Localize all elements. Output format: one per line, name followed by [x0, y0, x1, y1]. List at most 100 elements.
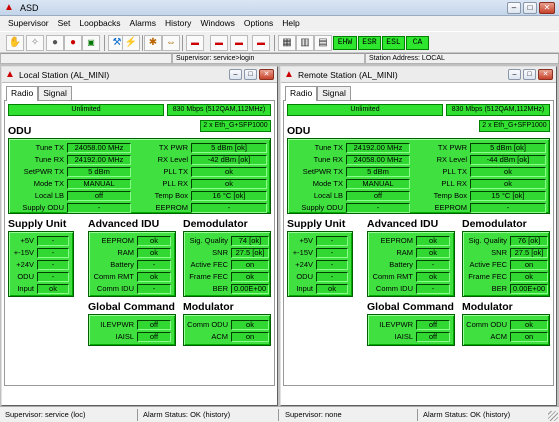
maximize-button[interactable]: □ [523, 2, 537, 14]
tab-strip: Radio Signal [285, 86, 351, 101]
table-icon[interactable]: ▤ [314, 35, 332, 51]
odu-value: - [191, 202, 267, 213]
radio-panel: Unlimited 830 Mbps (512QAM,112MHz) 2 x E… [4, 100, 275, 386]
odu-value: - [67, 202, 131, 213]
maximize-button[interactable]: □ [523, 69, 536, 80]
odu-label: Tune TX [314, 143, 343, 152]
close-button[interactable]: ✕ [538, 69, 553, 80]
app-titlebar: ▲ ASD – □ ✕ [0, 0, 559, 16]
supply-label: +5V [299, 236, 313, 245]
odu-label: Local LB [313, 191, 343, 200]
odu-value: -42 dBm [ok] [191, 154, 267, 165]
tab-radio[interactable]: Radio [6, 86, 39, 101]
module-red-icon[interactable]: ▬ [186, 35, 204, 51]
app-title: ASD [20, 3, 39, 13]
minimize-button[interactable]: – [507, 2, 521, 14]
close-button[interactable]: ✕ [259, 69, 274, 80]
menu-set[interactable]: Set [54, 16, 76, 31]
advidu-label: Battery [110, 260, 134, 269]
alarm-ca[interactable]: CA [406, 36, 429, 50]
odu-value: ok [191, 166, 267, 177]
star-icon[interactable]: ✱ [144, 35, 162, 51]
hand-icon[interactable]: ✋ [6, 35, 24, 51]
odu-value: off [67, 190, 131, 201]
supply-label: +24V [295, 260, 313, 269]
menu-options[interactable]: Options [240, 16, 278, 31]
odu-label: Tune TX [35, 143, 64, 152]
toolbar-separator [104, 35, 105, 51]
advidu-value: - [137, 259, 171, 270]
odu-label: Supply ODU [22, 203, 64, 212]
demod-value: 0.00E+00 [231, 283, 269, 294]
module-red-icon[interactable]: ▬ [210, 35, 228, 51]
menu-loopbacks[interactable]: Loopbacks [75, 16, 125, 31]
odu-label: Mode TX [33, 179, 64, 188]
global-box: ILEVPWR off IAISL off [88, 314, 176, 346]
advidu-box: EEPROM ok RAM ok Battery - Comm RMT ok Comm … [367, 231, 455, 297]
supply-label: Input [296, 284, 313, 293]
demod-label: BER [491, 284, 507, 293]
mod-value: ok [510, 319, 548, 330]
advidu-value: ok [416, 247, 450, 258]
menu-history[interactable]: History [161, 16, 196, 31]
status-blank [0, 53, 172, 64]
odu-value: 24058.00 MHz [346, 154, 410, 165]
supply-value: - [37, 271, 69, 282]
odu-label: PLL TX [163, 167, 188, 176]
odu-label: Tune RX [313, 155, 343, 164]
demod-title: Demodulator [462, 218, 527, 230]
advidu-title: Advanced IDU [88, 218, 160, 230]
menu-windows[interactable]: Windows [196, 16, 239, 31]
terminal-icon[interactable]: ▣ [82, 35, 100, 51]
tab-signal[interactable]: Signal [38, 86, 72, 100]
tab-signal[interactable]: Signal [317, 86, 351, 100]
alarm-esl[interactable]: ESL [382, 36, 405, 50]
odu-label: TX PWR [158, 143, 188, 152]
resize-grip[interactable] [548, 411, 558, 421]
menu-help[interactable]: Help [278, 16, 304, 31]
close-button[interactable]: ✕ [539, 2, 555, 14]
supply-value: ok [37, 283, 69, 294]
network-icon[interactable]: ⚡ [122, 35, 140, 51]
advidu-value: ok [137, 271, 171, 282]
mod-title: Modulator [183, 301, 234, 313]
tab-radio[interactable]: Radio [285, 86, 318, 101]
demod-label: Sig. Quality [468, 236, 507, 245]
module-red-icon[interactable]: ▬ [252, 35, 270, 51]
bottom-status-bar: Supervisor: service (loc) Alarm Status: … [0, 406, 559, 422]
top-status-bar: Supervisor: service>login Station Addres… [0, 53, 559, 64]
minimize-button[interactable]: – [229, 69, 242, 80]
grid-icon[interactable]: ▦ [278, 35, 296, 51]
alarm-ehw[interactable]: EHW [333, 36, 357, 50]
status-supervisor: Supervisor: service>login [172, 53, 365, 64]
odu-title: ODU [8, 125, 32, 137]
eth-bar: 2 x Eth_G+SFP1000 [200, 120, 271, 132]
chart-icon[interactable]: ▥ [296, 35, 314, 51]
mod-box: Comm ODU ok ACM on [462, 314, 550, 346]
module-red-icon[interactable]: ▬ [230, 35, 248, 51]
supply-box: +5V - +-15V - +24V - ODU - Input ok [287, 231, 353, 297]
stop-icon[interactable]: ● [46, 35, 64, 51]
supply-label: +24V [16, 260, 34, 269]
advidu-value: - [137, 283, 171, 294]
eth-bar: 2 x Eth_G+SFP1000 [479, 120, 550, 132]
toolbar-separator [142, 35, 143, 51]
mod-label: Comm ODU [187, 320, 228, 329]
menu-supervisor[interactable]: Supervisor [4, 16, 54, 31]
status-alarm-local: Alarm Status: OK (history) [140, 409, 279, 421]
demod-label: BER [212, 284, 228, 293]
advidu-value: - [416, 259, 450, 270]
alarm-esr[interactable]: ESR [358, 36, 381, 50]
advidu-label: Battery [389, 260, 413, 269]
sparkle-icon[interactable]: ✧ [26, 35, 44, 51]
demod-value: on [231, 259, 269, 270]
record-icon[interactable]: ● [64, 35, 82, 51]
transfer-icon[interactable]: ⇔ [162, 35, 180, 51]
demod-value: 76 [ok] [510, 235, 548, 246]
advidu-label: Comm IDU [375, 284, 413, 293]
maximize-button[interactable]: □ [244, 69, 257, 80]
odu-value: 24192.00 MHz [67, 154, 131, 165]
menu-alarms[interactable]: Alarms [126, 16, 161, 31]
toolbar-separator [274, 35, 275, 51]
minimize-button[interactable]: – [508, 69, 521, 80]
